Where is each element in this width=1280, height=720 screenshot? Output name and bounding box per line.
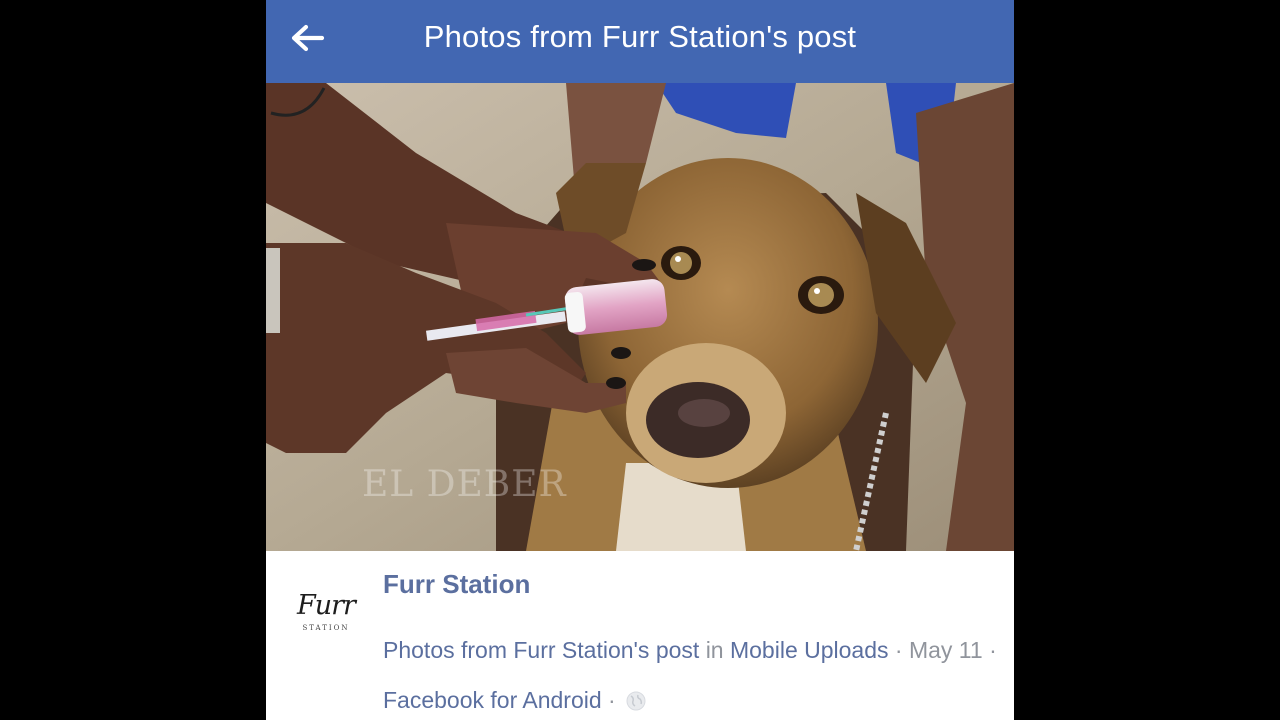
post-meta: Photos from Furr Station's post in Mobil… xyxy=(383,625,1003,720)
avatar-logo-text: Furr xyxy=(297,590,356,621)
separator: · xyxy=(894,637,903,663)
globe-icon xyxy=(626,691,646,711)
source-app-link[interactable]: Facebook for Android xyxy=(383,687,602,713)
photo-watermark: EL DEBER xyxy=(362,464,567,505)
post-info: Furr STATION Furr Station Photos from Fu… xyxy=(266,551,1014,720)
page-avatar[interactable]: Furr STATION xyxy=(290,589,362,641)
avatar-logo-subtext: STATION xyxy=(302,624,350,632)
app-header: Photos from Furr Station's post xyxy=(266,0,1014,83)
in-text: in xyxy=(705,637,724,663)
photo-viewer: Photos from Furr Station's post EL DEBER… xyxy=(266,0,1014,720)
post-photo[interactable]: EL DEBER xyxy=(266,83,1014,551)
separator: · xyxy=(608,687,616,713)
header-title: Photos from Furr Station's post xyxy=(423,19,857,54)
album-link[interactable]: Mobile Uploads xyxy=(730,637,889,663)
page-name-link[interactable]: Furr Station xyxy=(383,567,530,601)
album-post-link[interactable]: Photos from Furr Station's post xyxy=(383,637,699,663)
post-date: May 11 xyxy=(908,637,983,663)
separator: · xyxy=(989,637,997,663)
